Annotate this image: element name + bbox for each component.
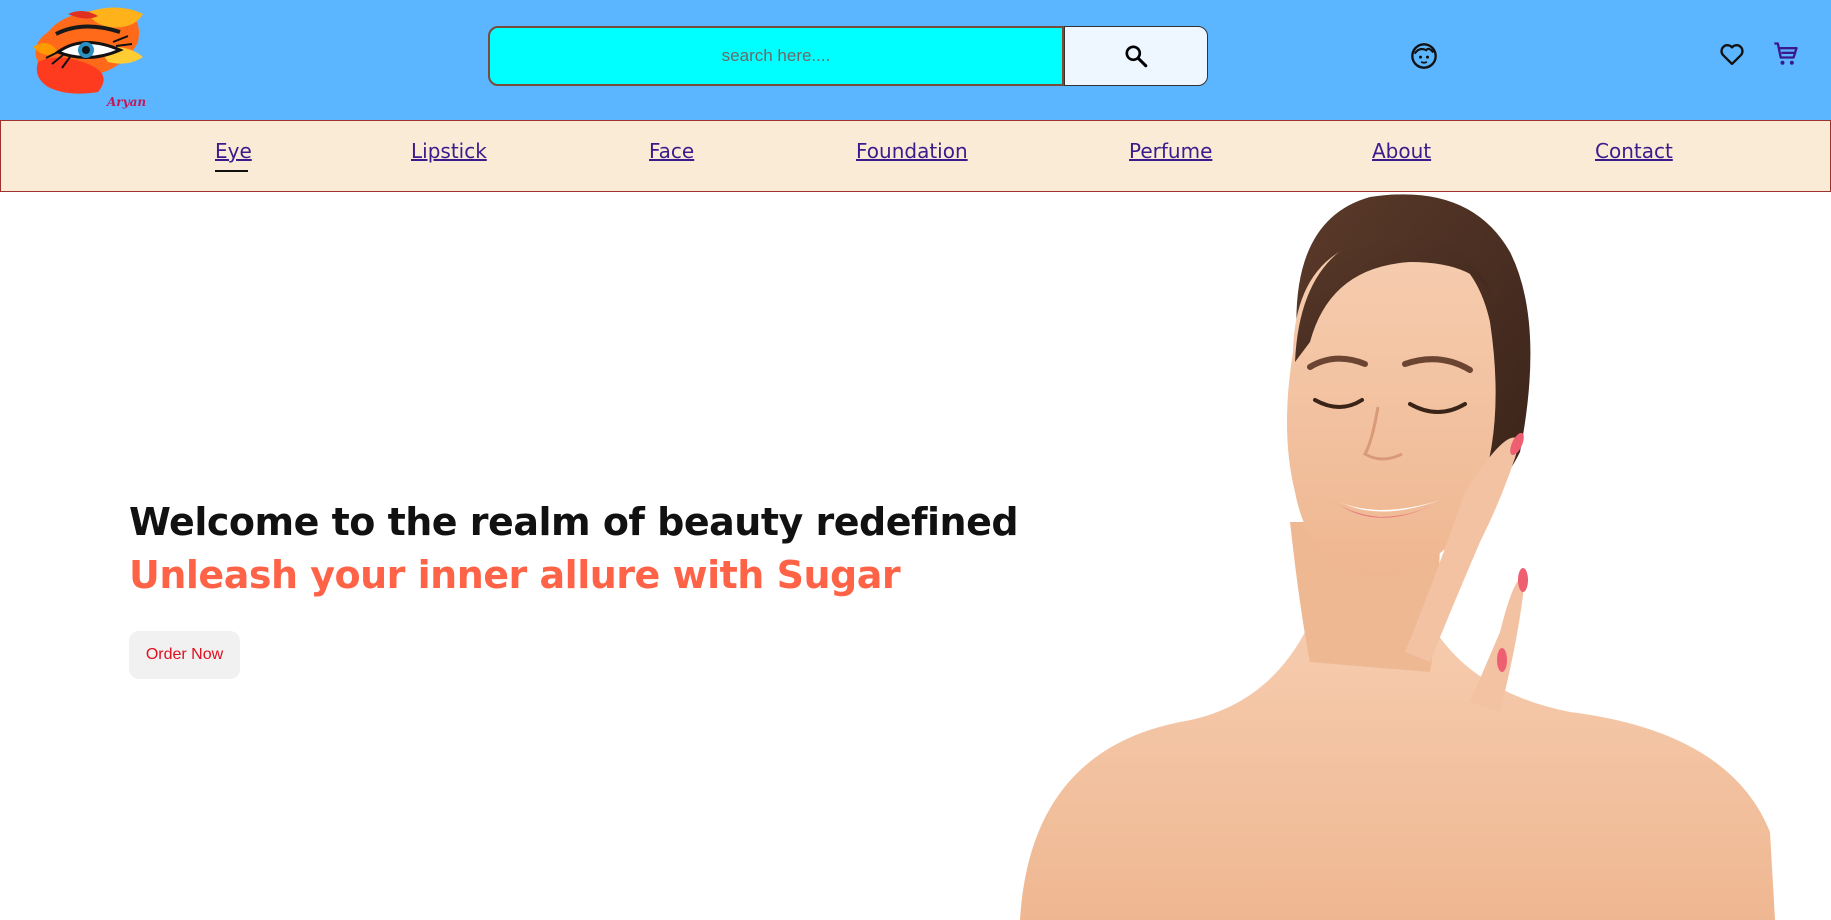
brand-name: Aryan <box>107 95 147 109</box>
nav-item-contact[interactable]: Contact <box>1595 139 1673 163</box>
hero-model-image <box>1020 194 1775 920</box>
wishlist-button[interactable] <box>1716 38 1748 70</box>
hero-subtitle: Unleash your inner allure with Sugar <box>129 553 901 597</box>
search-icon <box>1125 45 1148 68</box>
search-input[interactable] <box>488 26 1064 86</box>
search-button[interactable] <box>1064 26 1208 86</box>
face-icon <box>1411 43 1437 69</box>
cart-button[interactable] <box>1770 38 1802 70</box>
category-nav: Eye Lipstick Face Foundation Perfume Abo… <box>0 120 1831 192</box>
heart-icon <box>1720 44 1744 66</box>
nav-item-about[interactable]: About <box>1372 139 1431 163</box>
nav-item-eye[interactable]: Eye <box>215 139 252 163</box>
site-header: Aryan <box>0 0 1831 120</box>
order-now-button[interactable]: Order Now <box>129 631 240 679</box>
nav-active-indicator <box>215 170 248 172</box>
nav-item-foundation[interactable]: Foundation <box>856 139 968 163</box>
nav-item-lipstick[interactable]: Lipstick <box>411 139 487 163</box>
nav-item-perfume[interactable]: Perfume <box>1129 139 1212 163</box>
cart-icon <box>1774 42 1798 65</box>
account-button[interactable] <box>1408 40 1440 72</box>
nav-item-face[interactable]: Face <box>649 139 694 163</box>
hero-title: Welcome to the realm of beauty redefined <box>129 500 1019 544</box>
